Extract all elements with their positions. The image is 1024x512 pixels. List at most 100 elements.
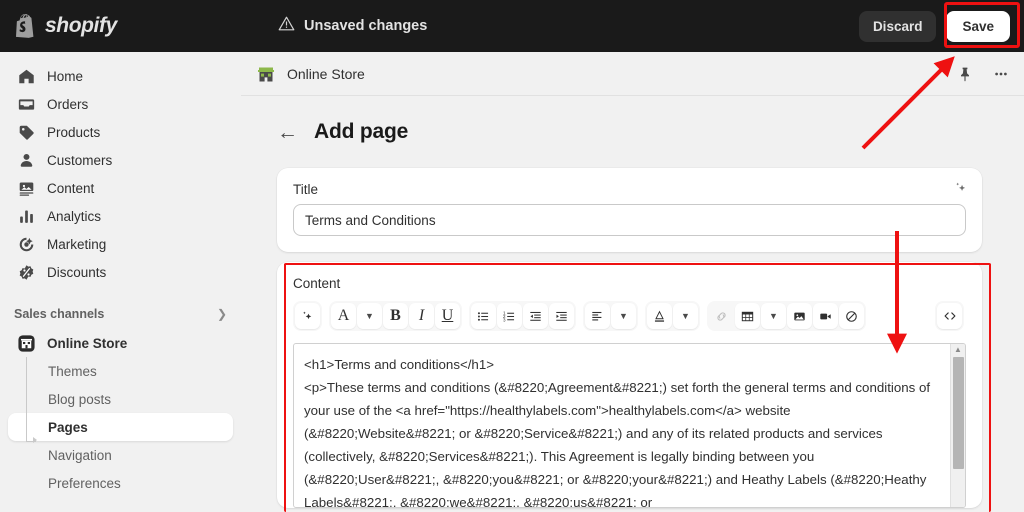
top-bar-actions: Discard Save	[858, 0, 1010, 52]
sidebar-item-blog-posts-label: Blog posts	[48, 391, 112, 407]
unsaved-changes-label: Unsaved changes	[304, 18, 428, 34]
font-style-button[interactable]: A	[331, 303, 356, 329]
sidebar-item-products-label: Products	[47, 124, 101, 140]
editor-line-heading: <h1>Terms and conditions</h1>	[304, 357, 494, 372]
title-input[interactable]	[293, 204, 966, 236]
sidebar-item-marketing-label: Marketing	[47, 236, 107, 252]
chevron-right-icon: ❯	[216, 307, 227, 321]
sales-channels-label: Sales channels	[14, 307, 105, 321]
sidebar-item-customers[interactable]: Customers	[8, 146, 233, 174]
toolbar-group-code	[935, 301, 964, 331]
scrollbar-thumb[interactable]	[952, 357, 964, 469]
show-html-code-button[interactable]	[937, 303, 962, 329]
italic-button[interactable]: I	[409, 303, 434, 329]
shopify-brand-name: shopify	[45, 14, 117, 37]
sidebar-item-orders[interactable]: Orders	[8, 90, 233, 118]
discount-badge-icon	[16, 262, 36, 282]
toolbar-group-align: ▼	[583, 301, 638, 331]
sidebar-item-content[interactable]: Content	[8, 174, 233, 202]
editor-line-paragraph: <p>These terms and conditions (&#8220;Ag…	[304, 380, 931, 507]
sidebar-item-themes[interactable]: Themes	[8, 357, 233, 385]
sidebar-item-pages[interactable]: Pages	[8, 413, 233, 441]
ai-sparkle-button[interactable]	[295, 303, 320, 329]
main-content-area: Online Store ← Add page Title Terms and …	[241, 52, 1024, 512]
orders-inbox-icon	[16, 94, 36, 114]
html-source-editor[interactable]: <h1>Terms and conditions</h1> <p>These t…	[293, 343, 966, 508]
insert-video-button[interactable]	[813, 303, 838, 329]
arrow-left-icon[interactable]: ←	[277, 122, 298, 143]
toolbar-group-text-format: A ▼ B I U	[329, 301, 462, 331]
sidebar-item-content-label: Content	[47, 180, 95, 196]
insert-link-button	[709, 303, 734, 329]
align-chevron-down-icon[interactable]: ▼	[611, 303, 636, 329]
tree-connector-line	[26, 357, 27, 441]
top-bar: shopify Unsaved changes Discard Save	[0, 0, 1024, 52]
bulleted-list-button[interactable]	[471, 303, 496, 329]
sales-channels-section-header[interactable]: Sales channels ❯	[0, 299, 241, 329]
insert-table-button[interactable]	[735, 303, 760, 329]
insert-image-button[interactable]	[787, 303, 812, 329]
sidebar-item-analytics[interactable]: Analytics	[8, 202, 233, 230]
text-color-button[interactable]	[647, 303, 672, 329]
magic-sparkle-icon[interactable]	[954, 181, 968, 200]
sidebar-item-online-store[interactable]: Online Store	[8, 329, 233, 357]
page-title: Add page	[314, 120, 409, 143]
sidebar-item-marketing[interactable]: Marketing	[8, 230, 233, 258]
page-header: ← Add page	[241, 96, 1024, 144]
sidebar-item-preferences[interactable]: Preferences	[8, 469, 233, 497]
text-color-chevron-down-icon[interactable]: ▼	[673, 303, 698, 329]
no-entry-icon-button[interactable]	[839, 303, 864, 329]
table-chevron-down-icon[interactable]: ▼	[761, 303, 786, 329]
warning-triangle-icon	[278, 15, 295, 37]
toolbar-group-insert: ▼	[707, 301, 866, 331]
discard-button[interactable]: Discard	[858, 10, 937, 42]
title-card: Title	[277, 168, 982, 252]
customer-person-icon	[16, 150, 36, 170]
sidebar-item-preferences-label: Preferences	[48, 475, 121, 491]
indent-button[interactable]	[549, 303, 574, 329]
tree-connector-arrow-icon	[33, 437, 37, 443]
sidebar-item-blog-posts[interactable]: Blog posts	[8, 385, 233, 413]
toolbar-group-lists: 1 2 3	[469, 301, 576, 331]
home-icon	[16, 66, 36, 86]
sidebar-item-online-store-label: Online Store	[47, 335, 128, 351]
title-field-label: Title	[293, 182, 319, 197]
numbered-list-button[interactable]: 1 2 3	[497, 303, 522, 329]
editor-text-content[interactable]: <h1>Terms and conditions</h1> <p>These t…	[294, 344, 950, 507]
shopify-admin-window: shopify Unsaved changes Discard Save Hom…	[0, 0, 1024, 512]
scroll-up-arrow-icon[interactable]: ▲	[954, 346, 962, 354]
sidebar-item-analytics-label: Analytics	[47, 208, 102, 224]
online-store-subnav: Themes Blog posts Pages Navigation Prefe…	[0, 357, 241, 497]
toolbar-group-color: ▼	[645, 301, 700, 331]
align-left-button[interactable]	[585, 303, 610, 329]
sidebar-item-home[interactable]: Home	[8, 62, 233, 90]
online-store-icon	[16, 333, 36, 353]
svg-text:3: 3	[503, 317, 506, 322]
sidebar-item-navigation[interactable]: Navigation	[8, 441, 233, 469]
save-button[interactable]: Save	[946, 10, 1010, 42]
bold-button[interactable]: B	[383, 303, 408, 329]
editor-scrollbar[interactable]: ▲	[950, 344, 965, 507]
store-context-bar: Online Store	[241, 52, 1024, 96]
unsaved-changes-indicator: Unsaved changes	[278, 15, 427, 37]
outdent-button[interactable]	[523, 303, 548, 329]
font-style-chevron-down-icon[interactable]: ▼	[357, 303, 382, 329]
content-field-label: Content	[293, 276, 341, 291]
sidebar-item-navigation-label: Navigation	[48, 447, 112, 463]
more-horizontal-icon[interactable]	[990, 63, 1012, 85]
content-card: Content A ▼ B I U 1 2 3 ▼ ▼ ▼ <h1>Terms …	[277, 262, 982, 508]
product-tag-icon	[16, 122, 36, 142]
pin-icon[interactable]	[954, 63, 976, 85]
sidebar-item-themes-label: Themes	[48, 363, 97, 379]
content-image-icon	[16, 178, 36, 198]
sidebar-item-products[interactable]: Products	[8, 118, 233, 146]
sidebar-item-home-label: Home	[47, 68, 84, 84]
shopify-bag-icon	[16, 14, 38, 38]
sidebar-item-customers-label: Customers	[47, 152, 113, 168]
sidebar-item-orders-label: Orders	[47, 96, 89, 112]
sidebar-item-discounts-label: Discounts	[47, 264, 107, 280]
sidebar-item-discounts[interactable]: Discounts	[8, 258, 233, 286]
underline-button[interactable]: U	[435, 303, 460, 329]
shopify-brand[interactable]: shopify	[0, 14, 244, 38]
sidebar-item-pages-label: Pages	[48, 419, 88, 435]
